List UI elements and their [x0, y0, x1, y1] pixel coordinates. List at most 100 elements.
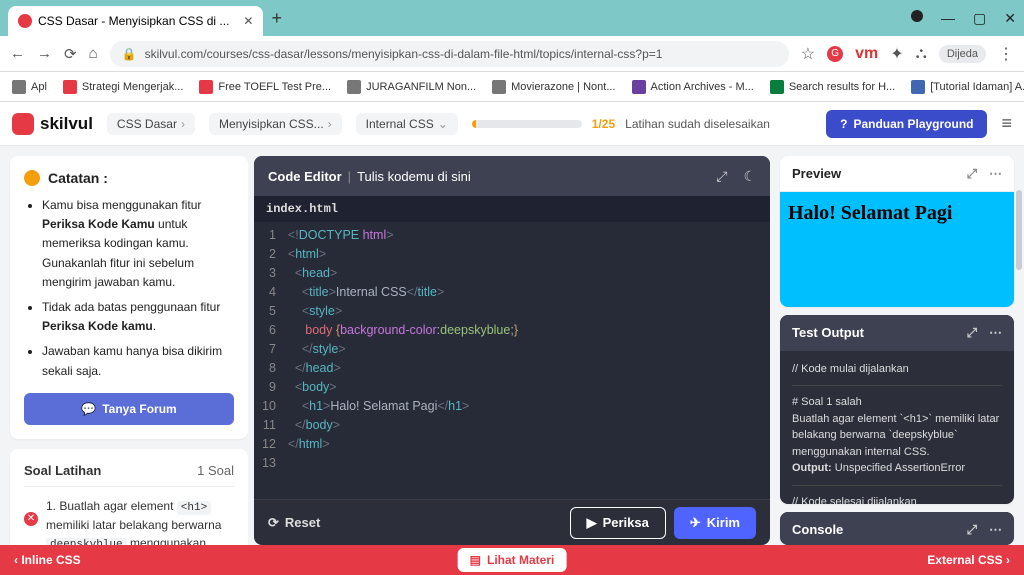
logo-icon [12, 113, 34, 135]
pin-icon [24, 170, 40, 186]
bookmark-item[interactable]: [Tutorial Idaman] A... [911, 80, 1024, 94]
bookmark-item[interactable]: Action Archives - M... [632, 80, 754, 94]
editor-footer: ⟳Reset ▶Periksa ✈Kirim [254, 499, 770, 545]
console-title: Console [792, 522, 843, 537]
guide-button[interactable]: ?Panduan Playground [826, 110, 987, 138]
expand-icon[interactable]: ⤢ [967, 325, 977, 341]
progress-status: Latihan sudah diselesaikan [625, 117, 770, 131]
app-header: skilvul CSS Dasar› Menyisipkan CSS...› I… [0, 102, 1024, 146]
wrong-icon: ✕ [24, 512, 38, 526]
preview-title: Preview [792, 166, 841, 181]
exercise-item: ✕ 1. Buatlah agar element <h1> memiliki … [24, 497, 234, 545]
menu-icon[interactable]: ⋮ [998, 44, 1014, 64]
console-panel: Console ⤢ ⋯ [780, 512, 1014, 545]
profile-chip[interactable]: Dijeda [939, 45, 986, 63]
exercise-card: Soal Latihan 1 Soal ✕ 1. Buatlah agar el… [10, 449, 248, 545]
prev-lesson-link[interactable]: ‹ Inline CSS [14, 553, 81, 567]
play-icon: ▶ [587, 515, 597, 531]
account-icon[interactable] [911, 10, 923, 22]
breadcrumb[interactable]: Internal CSS⌄ [356, 113, 458, 135]
notes-list: Kamu bisa menggunakan fitur Periksa Kode… [24, 196, 234, 381]
expand-icon[interactable]: ⤢ [967, 522, 977, 538]
theme-icon[interactable]: ☾ [743, 168, 756, 185]
progress-bar [472, 120, 582, 128]
doc-icon: ▤ [470, 553, 481, 567]
preview-panel: Preview ⤢ ⋯ Halo! Selamat Pagi [780, 156, 1014, 307]
preview-body: Halo! Selamat Pagi [780, 192, 1014, 307]
back-icon[interactable]: ← [10, 45, 25, 62]
extension-icon[interactable]: vm [855, 45, 878, 63]
close-window-icon[interactable]: ✕ [1004, 10, 1016, 27]
tab-title: CSS Dasar - Menyisipkan CSS di ... [38, 14, 229, 28]
note-item: Tidak ada batas penggunaan fitur Periksa… [42, 298, 234, 336]
notes-title: Catatan : [48, 170, 108, 186]
browser-tab[interactable]: CSS Dasar - Menyisipkan CSS di ... ✕ [8, 6, 263, 36]
preview-heading: Halo! Selamat Pagi [788, 202, 1006, 225]
editor-header: Code Editor | Tulis kodemu di sini ⤢ ☾ [254, 156, 770, 196]
forum-button[interactable]: 💬Tanya Forum [24, 393, 234, 425]
bookmark-item[interactable]: Strategi Mengerjak... [63, 80, 184, 94]
minimize-icon[interactable]: — [941, 10, 955, 27]
materi-button[interactable]: ▤Lihat Materi [458, 548, 567, 572]
send-button[interactable]: ✈Kirim [674, 507, 756, 539]
url-text: skilvul.com/courses/css-dasar/lessons/me… [145, 47, 663, 61]
note-item: Jawaban kamu hanya bisa dikirim sekali s… [42, 342, 234, 380]
exercise-count: 1 Soal [197, 463, 234, 478]
extensions-icon[interactable]: ✦ [890, 44, 903, 64]
code-editor: Code Editor | Tulis kodemu di sini ⤢ ☾ i… [254, 156, 770, 545]
browser-toolbar: ← → ⟳ ⌂ 🔒 skilvul.com/courses/css-dasar/… [0, 36, 1024, 72]
reset-icon: ⟳ [268, 515, 279, 531]
reload-icon[interactable]: ⟳ [64, 45, 77, 63]
help-icon: ? [840, 117, 847, 131]
chat-icon: 💬 [81, 402, 96, 416]
bottom-nav: ‹ Inline CSS ▤Lihat Materi External CSS … [0, 545, 1024, 575]
forward-icon[interactable]: → [37, 45, 52, 62]
editor-subtitle: Tulis kodemu di sini [357, 169, 471, 184]
bookmark-item[interactable]: Search results for H... [770, 80, 895, 94]
reset-button[interactable]: ⟳Reset [268, 515, 320, 531]
next-lesson-link[interactable]: External CSS › [927, 553, 1010, 567]
left-sidebar: Catatan : Kamu bisa menggunakan fitur Pe… [0, 146, 248, 545]
more-icon[interactable]: ⋯ [989, 325, 1002, 341]
bookmark-item[interactable]: Apl [12, 80, 47, 94]
expand-icon[interactable]: ⤢ [716, 168, 727, 185]
address-bar[interactable]: 🔒 skilvul.com/courses/css-dasar/lessons/… [110, 41, 789, 67]
progress-label: 1/25 [592, 117, 615, 131]
test-output-panel: Test Output ⤢ ⋯ // Kode mulai dijalankan … [780, 315, 1014, 504]
maximize-icon[interactable]: ▢ [973, 10, 986, 27]
star-icon[interactable]: ☆ [801, 44, 815, 64]
bookmark-item[interactable]: Movierazone | Nont... [492, 80, 615, 94]
home-icon[interactable]: ⌂ [89, 45, 98, 62]
close-tab-icon[interactable]: ✕ [243, 14, 253, 28]
bookmarks-icon[interactable]: ⛬ [916, 45, 927, 63]
lock-icon: 🔒 [122, 47, 137, 61]
brand-text: skilvul [40, 114, 93, 134]
code-lines: <!DOCTYPE html> <html> <head> <title>Int… [288, 226, 518, 495]
note-item: Kamu bisa menggunakan fitur Periksa Kode… [42, 196, 234, 292]
more-icon[interactable]: ⋯ [989, 166, 1002, 182]
right-column: Preview ⤢ ⋯ Halo! Selamat Pagi Test Outpu… [776, 146, 1024, 545]
check-button[interactable]: ▶Periksa [570, 507, 666, 539]
bookmark-item[interactable]: JURAGANFILM Non... [347, 80, 476, 94]
line-gutter: 12345678910111213 [254, 226, 288, 495]
menu-icon[interactable]: ≡ [1001, 113, 1012, 134]
test-body: // Kode mulai dijalankan # Soal 1 salah … [780, 351, 1014, 504]
file-tab[interactable]: index.html [254, 196, 770, 222]
editor-title: Code Editor [268, 169, 342, 184]
browser-tab-strip: CSS Dasar - Menyisipkan CSS di ... ✕ + —… [0, 0, 1024, 36]
more-icon[interactable]: ⋯ [989, 522, 1002, 538]
test-title: Test Output [792, 325, 864, 340]
send-icon: ✈ [690, 515, 701, 531]
exercise-title: Soal Latihan [24, 463, 101, 478]
breadcrumb[interactable]: CSS Dasar› [107, 113, 195, 135]
expand-icon[interactable]: ⤢ [967, 166, 977, 182]
new-tab-button[interactable]: + [271, 8, 282, 29]
breadcrumb[interactable]: Menyisipkan CSS...› [209, 113, 342, 135]
logo[interactable]: skilvul [12, 113, 93, 135]
editor-column: Code Editor | Tulis kodemu di sini ⤢ ☾ i… [248, 146, 776, 545]
bookmark-item[interactable]: Free TOEFL Test Pre... [199, 80, 331, 94]
bookmarks-bar: Apl Strategi Mengerjak... Free TOEFL Tes… [0, 72, 1024, 102]
favicon [18, 14, 32, 28]
code-area[interactable]: 12345678910111213 <!DOCTYPE html> <html>… [254, 222, 770, 499]
extension-badge[interactable]: G [827, 46, 843, 62]
